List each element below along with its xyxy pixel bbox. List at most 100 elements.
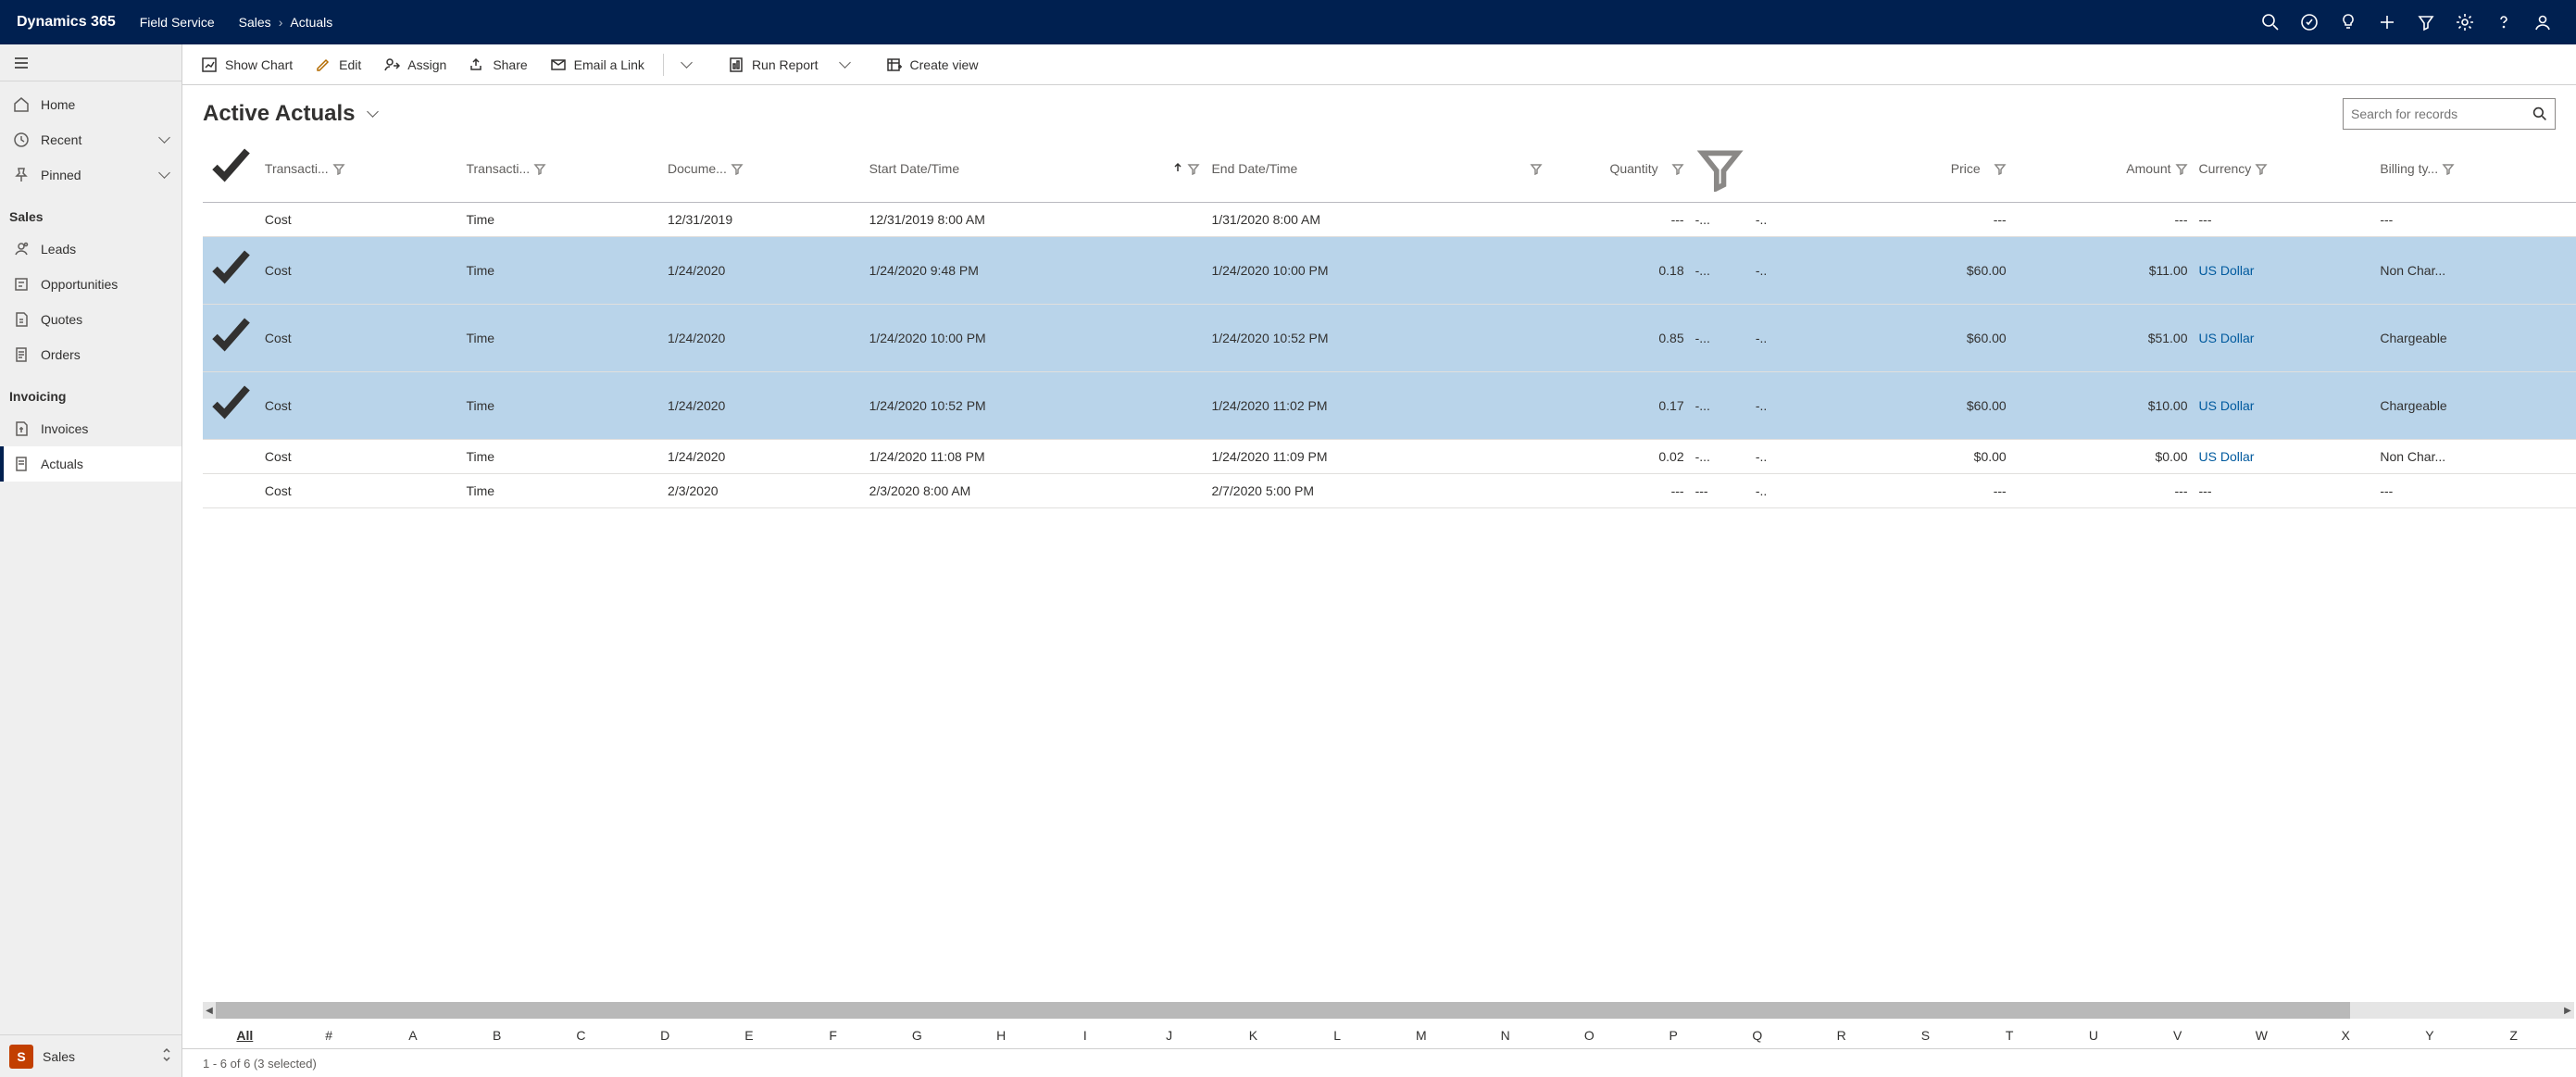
breadcrumb-sales[interactable]: Sales (239, 15, 271, 30)
jump-o[interactable]: O (1547, 1026, 1632, 1045)
cmd-email-link-dropdown[interactable] (673, 52, 700, 78)
col-price[interactable]: Price (1810, 135, 2012, 203)
table-row[interactable]: CostTime2/3/20202/3/2020 8:00 AM2/7/2020… (203, 473, 2576, 507)
cell-currency[interactable]: --- (2194, 203, 2375, 237)
cmd-show-chart[interactable]: Show Chart (192, 51, 302, 79)
scroll-thumb[interactable] (216, 1002, 2350, 1019)
col-start-date[interactable]: Start Date/Time (864, 135, 1207, 203)
filter-icon[interactable] (731, 162, 744, 175)
col-ext2[interactable] (1750, 135, 1810, 203)
jump-p[interactable]: P (1632, 1026, 1716, 1045)
assistant-icon[interactable] (2300, 13, 2319, 31)
row-checkbox[interactable] (203, 439, 259, 473)
breadcrumb-actuals[interactable]: Actuals (290, 15, 332, 30)
view-selector-dropdown[interactable] (369, 106, 377, 121)
col-billing-type[interactable]: Billing ty... (2374, 135, 2576, 203)
filter-icon[interactable] (1671, 162, 1684, 175)
add-icon[interactable] (2378, 13, 2396, 31)
jump-k[interactable]: K (1211, 1026, 1295, 1045)
cmd-email-link[interactable]: Email a Link (541, 51, 654, 79)
filter-icon[interactable] (2255, 162, 2268, 175)
search-records-box[interactable] (2343, 98, 2556, 130)
col-select[interactable] (203, 135, 259, 203)
row-checkbox[interactable] (203, 203, 259, 237)
row-checkbox[interactable] (203, 305, 259, 372)
app-name[interactable]: Field Service (125, 15, 230, 30)
jump-x[interactable]: X (2304, 1026, 2388, 1045)
nav-quotes[interactable]: Quotes (0, 302, 181, 337)
scroll-right-icon[interactable]: ▶ (2561, 1002, 2574, 1019)
cmd-edit[interactable]: Edit (306, 51, 370, 79)
jump-e[interactable]: E (707, 1026, 792, 1045)
jump-b[interactable]: B (455, 1026, 539, 1045)
cmd-run-report[interactable]: Run Report (719, 51, 828, 79)
search-icon[interactable] (2261, 13, 2280, 31)
filter-icon[interactable] (1695, 180, 1744, 194)
jump-g[interactable]: G (875, 1026, 959, 1045)
nav-pinned[interactable]: Pinned (0, 157, 181, 193)
help-icon[interactable] (2495, 13, 2513, 31)
filter-icon[interactable] (332, 162, 345, 175)
col-transaction-type[interactable]: Transacti... (460, 135, 662, 203)
jump-l[interactable]: L (1295, 1026, 1380, 1045)
col-quantity[interactable]: Quantity (1548, 135, 1689, 203)
filter-icon[interactable] (2442, 162, 2455, 175)
cmd-create-view[interactable]: Create view (877, 51, 988, 79)
filter-icon[interactable] (1530, 162, 1543, 175)
jump-f[interactable]: F (791, 1026, 875, 1045)
col-document[interactable]: Docume... (662, 135, 864, 203)
jump-t[interactable]: T (1968, 1026, 2052, 1045)
row-checkbox[interactable] (203, 473, 259, 507)
col-currency[interactable]: Currency (2194, 135, 2375, 203)
col-ext1[interactable] (1690, 135, 1750, 203)
lightbulb-icon[interactable] (2339, 13, 2357, 31)
hamburger-button[interactable] (0, 44, 181, 81)
cmd-run-report-dropdown[interactable] (832, 52, 858, 78)
jump-a[interactable]: A (371, 1026, 456, 1045)
cmd-assign[interactable]: Assign (374, 51, 456, 79)
nav-actuals[interactable]: Actuals (0, 446, 181, 482)
jump-c[interactable]: C (539, 1026, 623, 1045)
jump-u[interactable]: U (2052, 1026, 2136, 1045)
cell-currency[interactable]: US Dollar (2194, 439, 2375, 473)
area-switcher[interactable]: S Sales (0, 1034, 181, 1077)
jump-j[interactable]: J (1127, 1026, 1211, 1045)
nav-opportunities[interactable]: Opportunities (0, 267, 181, 302)
nav-invoices[interactable]: Invoices (0, 411, 181, 446)
cmd-share[interactable]: Share (459, 51, 536, 79)
nav-leads[interactable]: Leads (0, 232, 181, 267)
table-row[interactable]: CostTime1/24/20201/24/2020 9:48 PM1/24/2… (203, 237, 2576, 305)
jump-d[interactable]: D (623, 1026, 707, 1045)
user-icon[interactable] (2533, 13, 2552, 31)
jump-z[interactable]: Z (2471, 1026, 2556, 1045)
cell-currency[interactable]: --- (2194, 473, 2375, 507)
jump-s[interactable]: S (1883, 1026, 1968, 1045)
jump-h[interactable]: H (959, 1026, 1044, 1045)
jump-v[interactable]: V (2135, 1026, 2220, 1045)
col-transaction-class[interactable]: Transacti... (259, 135, 461, 203)
table-row[interactable]: CostTime1/24/20201/24/2020 10:52 PM1/24/… (203, 372, 2576, 440)
search-records-input[interactable] (2351, 106, 2525, 121)
row-checkbox[interactable] (203, 237, 259, 305)
filter-icon[interactable] (2417, 13, 2435, 31)
col-end-date[interactable]: End Date/Time (1206, 135, 1548, 203)
jump-w[interactable]: W (2220, 1026, 2304, 1045)
jump-all[interactable]: All (203, 1026, 287, 1045)
col-amount[interactable]: Amount (2012, 135, 2194, 203)
nav-home[interactable]: Home (0, 87, 181, 122)
filter-icon[interactable] (1187, 162, 1200, 175)
filter-icon[interactable] (2175, 162, 2188, 175)
table-row[interactable]: CostTime1/24/20201/24/2020 10:00 PM1/24/… (203, 305, 2576, 372)
table-row[interactable]: CostTime12/31/201912/31/2019 8:00 AM1/31… (203, 203, 2576, 237)
jump-#[interactable]: # (287, 1026, 371, 1045)
scroll-left-icon[interactable]: ◀ (203, 1002, 216, 1019)
jump-i[interactable]: I (1044, 1026, 1128, 1045)
filter-icon[interactable] (533, 162, 546, 175)
nav-recent[interactable]: Recent (0, 122, 181, 157)
settings-icon[interactable] (2456, 13, 2474, 31)
cell-currency[interactable]: US Dollar (2194, 372, 2375, 440)
jump-r[interactable]: R (1799, 1026, 1883, 1045)
horizontal-scrollbar[interactable]: ◀ ▶ (203, 1002, 2574, 1019)
filter-icon[interactable] (1994, 162, 2007, 175)
nav-orders[interactable]: Orders (0, 337, 181, 372)
